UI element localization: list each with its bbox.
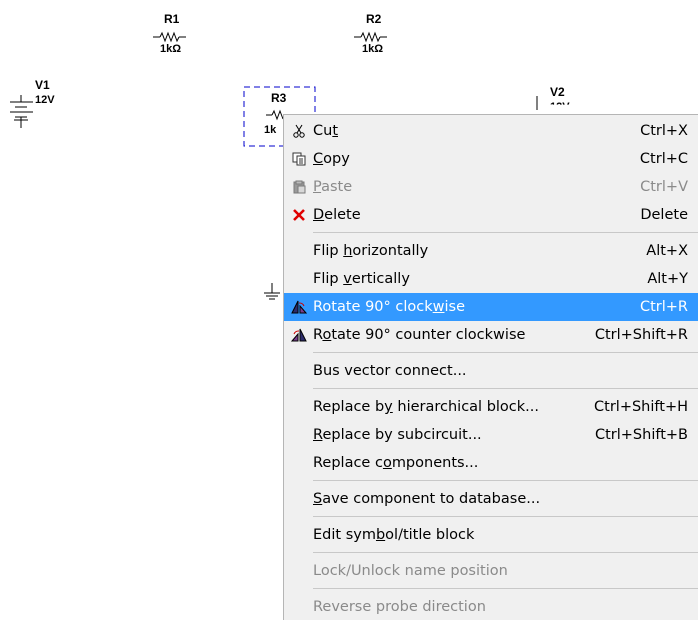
shortcut-replace-hierarchical-block: Ctrl+Shift+H — [594, 399, 688, 415]
menu-item-bus-vector-connect[interactable]: Bus vector connect... — [284, 357, 698, 385]
v1-battery-symbol[interactable] — [10, 95, 33, 128]
shortcut-flip-vertically: Alt+Y — [647, 271, 688, 287]
menu-item-copy[interactable]: Copy Ctrl+C — [284, 145, 698, 173]
menu-item-rotate-clockwise[interactable]: Rotate 90° clockwise Ctrl+R — [284, 293, 698, 321]
menu-separator — [313, 480, 698, 481]
r2-resistor-symbol[interactable] — [354, 31, 387, 43]
menu-item-cut[interactable]: Cut Ctrl+X — [284, 117, 698, 145]
shortcut-replace-subcircuit: Ctrl+Shift+B — [594, 427, 688, 443]
menu-label-lock-unlock-name-position: Lock/Unlock name position — [313, 563, 508, 579]
menu-label-reverse-probe-direction: Reverse probe direction — [313, 599, 486, 615]
menu-label-replace-subcircuit: Replace by subcircuit... — [313, 427, 482, 443]
delete-x-icon — [288, 201, 310, 229]
clipboard-icon — [288, 173, 310, 201]
menu-item-edit-symbol-title-block[interactable]: Edit symbol/title block — [284, 521, 698, 549]
menu-item-replace-components[interactable]: Replace components... — [284, 449, 698, 477]
r1-resistor-symbol[interactable] — [153, 31, 186, 43]
menu-item-flip-vertically[interactable]: Flip vertically Alt+Y — [284, 265, 698, 293]
menu-separator — [313, 232, 698, 233]
shortcut-flip-horizontally: Alt+X — [646, 243, 688, 259]
menu-separator — [313, 552, 698, 553]
menu-label-replace-hierarchical-block: Replace by hierarchical block... — [313, 399, 539, 415]
menu-label-flip-vertically: Flip vertically — [313, 271, 410, 287]
shortcut-rotate-clockwise: Ctrl+R — [639, 299, 688, 315]
shortcut-paste: Ctrl+V — [640, 179, 688, 195]
menu-label-replace-components: Replace components... — [313, 455, 479, 471]
shortcut-rotate-counter-clockwise: Ctrl+Shift+R — [594, 327, 688, 343]
r3-resistor-symbol[interactable] — [266, 109, 284, 121]
menu-label-rotate-counter-clockwise: Rotate 90° counter clockwise — [313, 327, 526, 343]
menu-item-lock-unlock-name-position: Lock/Unlock name position — [284, 557, 698, 585]
menu-label-delete: Delete — [313, 207, 361, 223]
menu-label-flip-horizontally: Flip horizontally — [313, 243, 429, 259]
shortcut-copy: Ctrl+C — [639, 151, 688, 167]
menu-item-replace-subcircuit[interactable]: Replace by subcircuit... Ctrl+Shift+B — [284, 421, 698, 449]
menu-label-edit-symbol-title-block: Edit symbol/title block — [313, 527, 475, 543]
menu-item-reverse-probe-direction: Reverse probe direction — [284, 593, 698, 620]
menu-item-delete[interactable]: Delete Delete — [284, 201, 698, 229]
menu-label-bus-vector-connect: Bus vector connect... — [313, 363, 467, 379]
shortcut-cut: Ctrl+X — [640, 123, 688, 139]
menu-separator — [313, 588, 698, 589]
scissors-icon — [288, 117, 310, 145]
menu-item-replace-hierarchical-block[interactable]: Replace by hierarchical block... Ctrl+Sh… — [284, 393, 698, 421]
v1-ref-label: V1 — [35, 78, 50, 92]
r2-value-label: 1kΩ — [362, 43, 384, 55]
r1-value-label: 1kΩ — [160, 43, 182, 55]
rotate-counter-clockwise-icon — [288, 321, 310, 349]
copy-icon — [288, 145, 310, 173]
shortcut-delete: Delete — [640, 207, 688, 223]
context-menu: Cut Ctrl+X Copy Ctrl+C Paste Ctrl+V Dele… — [283, 114, 698, 620]
menu-label-copy: Copy — [313, 151, 350, 167]
menu-item-paste: Paste Ctrl+V — [284, 173, 698, 201]
menu-item-save-component-to-database[interactable]: Save component to database... — [284, 485, 698, 513]
r1-ref-label: R1 — [164, 12, 180, 26]
menu-item-flip-horizontally[interactable]: Flip horizontally Alt+X — [284, 237, 698, 265]
r2-ref-label: R2 — [366, 12, 382, 26]
menu-separator — [313, 352, 698, 353]
r3-ref-label: R3 — [271, 91, 287, 105]
menu-separator — [313, 388, 698, 389]
v1-value-label: 12V — [35, 94, 55, 106]
menu-item-rotate-counter-clockwise[interactable]: Rotate 90° counter clockwise Ctrl+Shift+… — [284, 321, 698, 349]
menu-label-cut: Cut — [313, 123, 339, 139]
menu-label-save-component-to-database: Save component to database... — [313, 491, 541, 507]
menu-label-rotate-clockwise: Rotate 90° clockwise — [313, 299, 466, 315]
rotate-clockwise-icon — [288, 293, 310, 321]
menu-separator — [313, 516, 698, 517]
v2-ref-label: V2 — [550, 85, 565, 99]
r3-value-label: 1k — [264, 124, 277, 136]
ground-symbol[interactable] — [264, 283, 280, 300]
menu-label-paste: Paste — [313, 179, 353, 195]
